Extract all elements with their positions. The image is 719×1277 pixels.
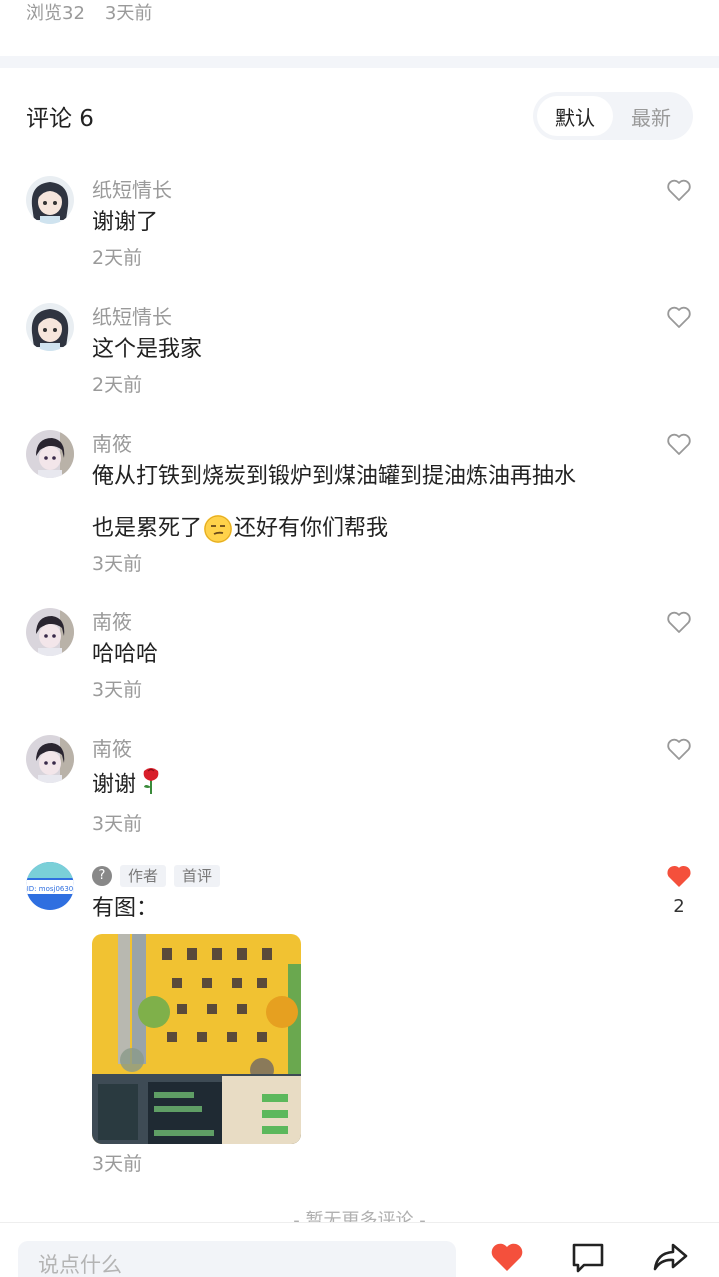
comment-time: 3天前	[92, 679, 143, 701]
sort-default-button[interactable]: 默认	[537, 96, 613, 136]
view-count: 浏览32	[26, 3, 85, 24]
comment-time: 2天前	[92, 374, 143, 396]
comment-text: 俺从打铁到烧炭到锻炉到煤油罐到提油炼油再抽水	[92, 464, 577, 489]
comment-text: 这个是我家	[92, 337, 203, 362]
comment-text: 谢谢了	[92, 210, 159, 235]
comment-time: 3天前	[92, 1153, 143, 1175]
share-button[interactable]	[650, 1239, 690, 1275]
like-count: 2	[673, 896, 685, 917]
like-button[interactable]: 2	[665, 864, 693, 917]
comment-icon	[572, 1243, 604, 1273]
first-comment-tag: 首评	[174, 865, 221, 887]
comment-text: 哈哈哈	[92, 642, 159, 667]
bottom-bar	[0, 1222, 719, 1277]
comment-text-line2: 也是累死了 还好有你们帮我	[92, 515, 389, 543]
post-time: 3天前	[104, 3, 153, 24]
comment-author[interactable]: 南筱	[92, 608, 643, 636]
avatar[interactable]	[26, 735, 74, 783]
like-button[interactable]	[665, 178, 693, 202]
unknown-glyph-icon: ?	[92, 866, 112, 886]
smirk-face-icon	[204, 515, 233, 543]
post-meta: 浏览32 3天前	[26, 0, 152, 30]
share-icon	[653, 1243, 688, 1271]
sort-toggle: 默认 最新	[533, 92, 693, 140]
comment-author[interactable]: 南筱	[92, 430, 643, 458]
comment-author[interactable]: 纸短情长	[92, 303, 643, 331]
comment-item: 纸短情长 这个是我家 2天前	[26, 303, 693, 403]
comment-button[interactable]	[568, 1239, 608, 1275]
sort-latest-button[interactable]: 最新	[613, 96, 689, 136]
heart-filled-icon	[667, 865, 691, 887]
comment-page: 浏览32 3天前 评论 6 默认 最新 纸短情长 谢谢了 2天前 纸短情长 这个…	[0, 0, 719, 1277]
comment-item: 纸短情长 谢谢了 2天前	[26, 176, 693, 276]
svg-text:ID: mosj0630: ID: mosj0630	[27, 885, 74, 893]
heart-outline-icon	[667, 306, 691, 328]
comments-title: 评论 6	[26, 106, 94, 132]
comment-time: 3天前	[92, 813, 143, 835]
avatar[interactable]	[26, 176, 74, 224]
comment-input[interactable]	[18, 1241, 456, 1277]
comment-item: 南筱 俺从打铁到烧炭到锻炉到煤油罐到提油炼油再抽水 也是累死了 还好有你们帮我 3…	[26, 430, 693, 580]
avatar[interactable]	[26, 430, 74, 478]
like-button[interactable]	[665, 610, 693, 634]
avatar[interactable]	[26, 608, 74, 656]
like-button[interactable]	[665, 737, 693, 761]
comment-time: 2天前	[92, 247, 143, 269]
avatar[interactable]	[26, 303, 74, 351]
comment-author[interactable]: 南筱	[92, 735, 643, 763]
comment-author-row: ? 作者 首评	[92, 862, 643, 890]
heart-outline-icon	[667, 611, 691, 633]
section-divider	[0, 56, 719, 68]
comment-author[interactable]: 纸短情长	[92, 176, 643, 204]
comment-text: 谢谢	[92, 765, 643, 806]
like-button[interactable]	[665, 305, 693, 329]
author-tag: 作者	[120, 865, 167, 887]
like-post-button[interactable]	[487, 1239, 527, 1275]
heart-filled-icon	[491, 1243, 523, 1271]
heart-outline-icon	[667, 179, 691, 201]
like-button[interactable]	[665, 432, 693, 456]
comment-time: 3天前	[92, 553, 143, 575]
rose-icon	[140, 765, 162, 806]
comment-text: 有图：	[92, 896, 159, 921]
heart-outline-icon	[667, 433, 691, 455]
comment-item: ID: mosj0630 ? 作者 首评 有图： 3天前 2	[26, 862, 693, 1182]
heart-outline-icon	[667, 738, 691, 760]
comments-header: 评论 6 默认 最新	[26, 90, 693, 142]
comment-item: 南筱 谢谢 3天前	[26, 735, 693, 835]
avatar[interactable]: ID: mosj0630	[26, 862, 74, 910]
comment-item: 南筱 哈哈哈 3天前	[26, 608, 693, 708]
comment-image[interactable]	[92, 934, 301, 1144]
